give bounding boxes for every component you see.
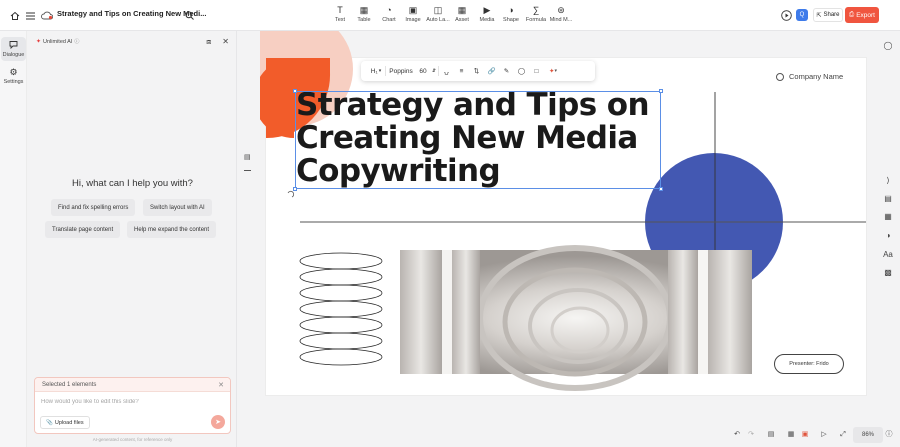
resize-handle[interactable] — [659, 89, 663, 93]
animation-panel-icon[interactable]: ⟩ — [881, 175, 895, 187]
help-icon[interactable]: ⓘ — [884, 429, 894, 441]
theme-icon[interactable]: ◑ — [881, 230, 895, 242]
template-icon[interactable]: ▩ — [881, 267, 895, 279]
zoom-level[interactable]: 86% — [853, 427, 883, 443]
selection-box — [293, 89, 663, 191]
font-size-stepper-icon[interactable]: ⇵ — [430, 61, 438, 81]
notes-icon[interactable]: ▤ — [766, 429, 776, 441]
chevron-down-icon: ▾ — [378, 68, 382, 74]
resize-handle[interactable] — [293, 187, 297, 191]
font-size-field[interactable]: 60 — [416, 61, 430, 81]
format-painter-icon[interactable]: ✎ — [499, 61, 514, 81]
resize-handle[interactable] — [659, 187, 663, 191]
undo-icon[interactable]: ↶ — [732, 429, 742, 441]
resize-handle[interactable] — [293, 89, 297, 93]
presenter-pill[interactable]: Presenter: Frido — [774, 354, 844, 374]
present-icon[interactable]: ▣ — [800, 429, 810, 441]
font-icon[interactable]: Aa — [881, 249, 895, 261]
align-center-icon[interactable]: ≡ — [454, 61, 469, 81]
line-spacing-icon[interactable]: ⇅ — [469, 61, 484, 81]
link-icon[interactable]: 🔗 — [484, 61, 499, 81]
right-rail: ◯ ⟩ ▤ ▦ ◑ Aa ▩ — [878, 31, 900, 447]
layout-icon[interactable]: ▦ — [881, 211, 895, 223]
rotate-handle-icon[interactable] — [287, 190, 295, 198]
ellipse-stack-shape[interactable] — [299, 252, 383, 366]
font-family-select[interactable]: Poppins — [386, 61, 416, 81]
ai-magic-icon[interactable]: ✦ ▾ — [544, 61, 562, 81]
text-color-icon[interactable]: ⍽ — [439, 61, 454, 81]
heading-level-select[interactable]: H₁ ▾ — [367, 61, 385, 81]
grid-view-icon[interactable]: ▦ — [786, 429, 796, 441]
animation-icon[interactable]: ◯ — [514, 61, 529, 81]
lock-icon[interactable]: □ — [529, 61, 544, 81]
fit-screen-icon[interactable]: ⤢ — [838, 429, 848, 441]
circle-icon — [776, 72, 784, 81]
play-slideshow-icon[interactable]: ▷ — [819, 429, 829, 441]
bottom-bar: ↶ ↷ ▤ ▦ ▣ ▷ ⤢ 86% ⓘ — [728, 427, 900, 443]
text-format-toolbar: H₁ ▾ Poppins 60 ⇵ ⍽ ≡ ⇅ 🔗 ✎ ◯ □ ✦ ▾ — [361, 61, 595, 81]
background-icon[interactable]: ▤ — [881, 193, 895, 205]
company-name[interactable]: Company Name — [776, 72, 843, 81]
redo-icon[interactable]: ↷ — [746, 429, 756, 441]
comment-icon[interactable]: ◯ — [881, 40, 895, 52]
arches-photo[interactable] — [400, 245, 752, 391]
